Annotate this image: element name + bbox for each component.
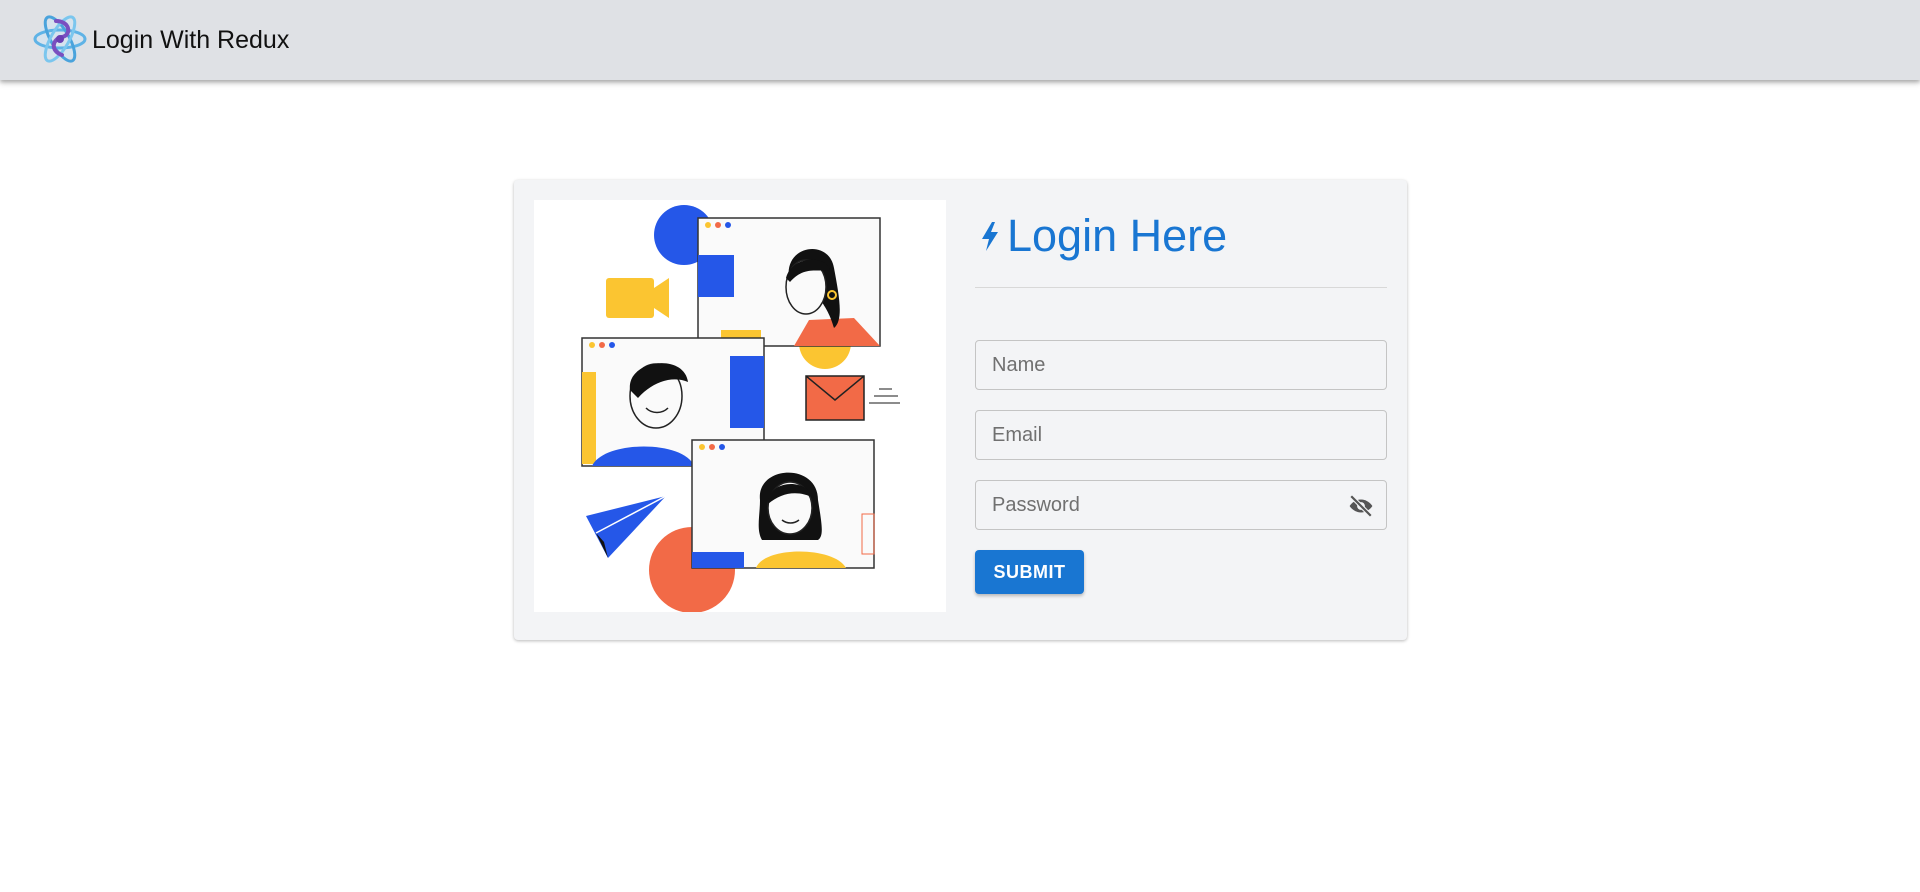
login-card: Login Here SUBMIT [514,180,1407,640]
submit-button[interactable]: SUBMIT [975,550,1084,594]
app-bar: Login With Redux [0,0,1920,80]
name-input[interactable] [976,341,1342,389]
email-field[interactable] [975,410,1387,460]
heading-divider [975,287,1387,288]
name-field[interactable] [975,340,1387,390]
react-atom-logo-icon [33,15,87,63]
app-title: Login With Redux [92,26,290,54]
password-input[interactable] [976,481,1342,529]
eye-off-icon[interactable] [1348,493,1374,519]
password-field[interactable] [975,480,1387,530]
email-input[interactable] [976,411,1342,459]
login-heading-text: Login Here [1007,210,1228,261]
login-heading: Login Here [975,206,1227,266]
video-call-illustration [534,200,946,612]
bolt-icon [982,222,998,251]
